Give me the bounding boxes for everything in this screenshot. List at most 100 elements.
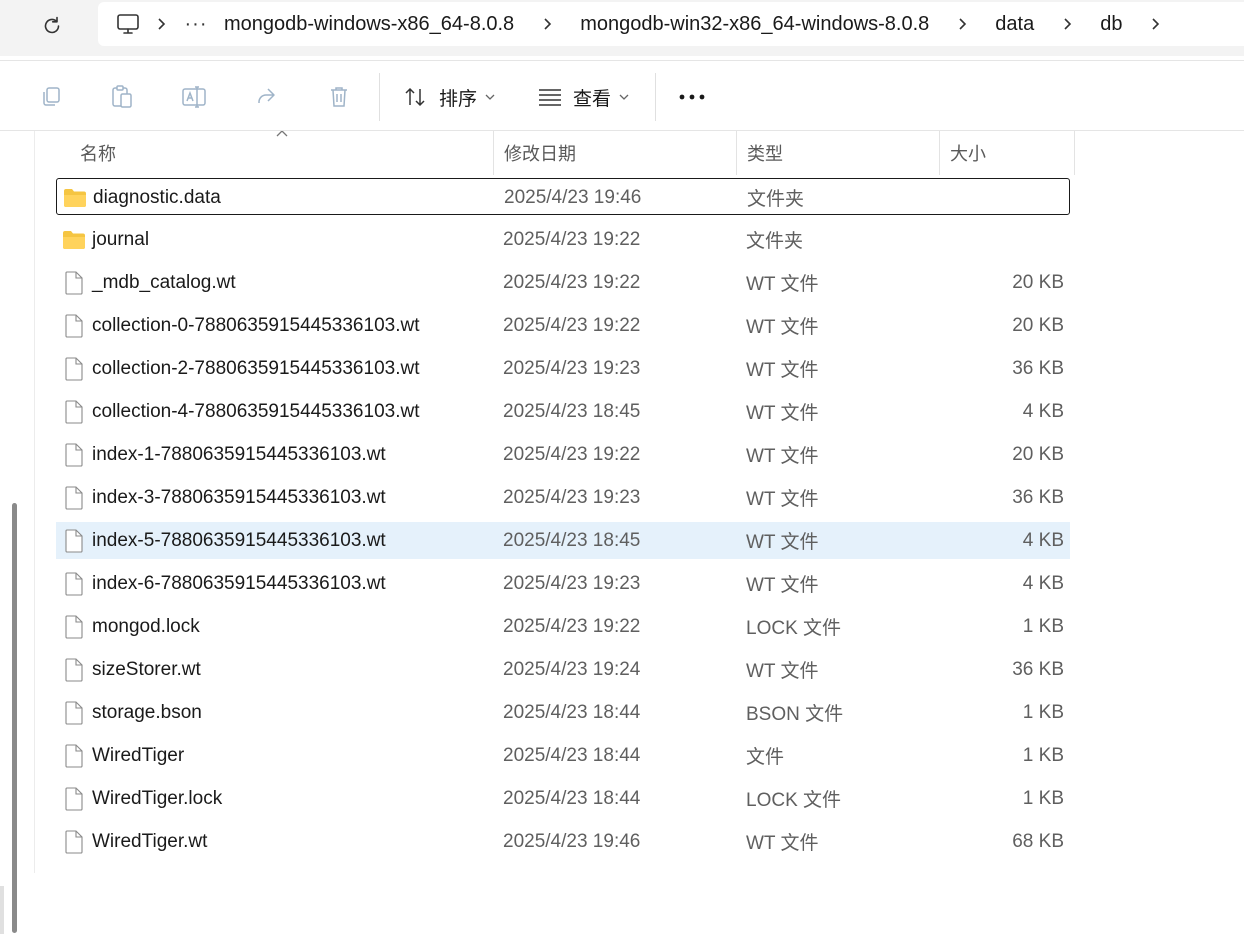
- file-size: 1 KB: [1022, 701, 1064, 723]
- file-modified: 2025/4/23 19:22: [503, 228, 641, 250]
- file-name: mongod.lock: [92, 615, 200, 637]
- file-name-cell: _mdb_catalog.wt: [62, 264, 236, 301]
- file-modified: 2025/4/23 19:23: [503, 572, 641, 594]
- file-name-cell: index-3-7880635915445336103.wt: [62, 479, 386, 516]
- refresh-button[interactable]: [26, 6, 78, 46]
- file-row[interactable]: _mdb_catalog.wt 2025/4/23 19:22 WT 文件 20 KB: [56, 264, 1070, 301]
- delete-button[interactable]: [318, 77, 360, 117]
- copy-button[interactable]: [30, 77, 72, 117]
- this-pc-icon[interactable]: [108, 2, 148, 46]
- file-type: WT 文件: [746, 575, 819, 596]
- view-dropdown[interactable]: 查看: [537, 77, 629, 117]
- rename-button[interactable]: [173, 77, 215, 117]
- nav-scrollbar-thumb[interactable]: [12, 503, 17, 933]
- file-icon: [62, 528, 86, 553]
- file-row[interactable]: index-6-7880635915445336103.wt 2025/4/23 …: [56, 565, 1070, 602]
- file-name-cell: diagnostic.data: [63, 179, 221, 216]
- file-name: diagnostic.data: [93, 186, 221, 208]
- file-name: WiredTiger.wt: [92, 830, 208, 852]
- sort-dropdown[interactable]: 排序: [403, 77, 495, 117]
- file-row[interactable]: index-5-7880635915445336103.wt 2025/4/23 …: [56, 522, 1070, 559]
- file-row[interactable]: journal 2025/4/23 19:22 文件夹: [56, 221, 1070, 258]
- file-name: index-1-7880635915445336103.wt: [92, 443, 386, 465]
- rename-icon: [182, 86, 206, 108]
- more-options-button[interactable]: [670, 77, 714, 117]
- file-name: journal: [92, 228, 150, 250]
- column-header-type[interactable]: 类型: [737, 131, 939, 175]
- file-row[interactable]: WiredTiger.wt 2025/4/23 19:46 WT 文件 68 KB: [56, 823, 1070, 860]
- file-icon: [62, 485, 86, 510]
- trash-icon: [331, 87, 347, 107]
- chevron-right-icon[interactable]: [534, 17, 560, 31]
- file-modified: 2025/4/23 19:46: [503, 830, 641, 852]
- file-name: collection-0-7880635915445336103.wt: [92, 314, 420, 336]
- file-icon: [62, 270, 86, 295]
- paste-button[interactable]: [101, 77, 143, 117]
- column-header-size[interactable]: 大小: [940, 131, 1074, 175]
- address-box[interactable]: ··· mongodb-windows-x86_64-8.0.8 mongodb…: [98, 2, 1244, 46]
- file-row[interactable]: collection-0-7880635915445336103.wt 2025/…: [56, 307, 1070, 344]
- file-name-cell: mongod.lock: [62, 608, 200, 645]
- file-icon: [62, 743, 86, 768]
- navigation-pane[interactable]: [0, 131, 35, 934]
- file-name: index-6-7880635915445336103.wt: [92, 572, 386, 594]
- file-icon: [62, 700, 86, 725]
- share-button[interactable]: [245, 77, 287, 117]
- column-header-modified[interactable]: 修改日期: [494, 131, 736, 175]
- file-size: 68 KB: [1012, 830, 1064, 852]
- file-list-view[interactable]: 名称 修改日期 类型 大小 diagnostic.data 2025/4/23 1…: [35, 131, 1244, 873]
- file-size: 20 KB: [1012, 271, 1064, 293]
- file-row[interactable]: diagnostic.data 2025/4/23 19:46 文件夹: [56, 178, 1070, 215]
- file-name: _mdb_catalog.wt: [92, 271, 236, 293]
- chevron-right-icon[interactable]: [1142, 17, 1168, 31]
- sort-icon: [405, 87, 425, 107]
- chevron-right-icon[interactable]: [949, 17, 975, 31]
- file-type: WT 文件: [746, 489, 819, 510]
- breadcrumb-overflow-button[interactable]: ···: [174, 13, 218, 36]
- file-row[interactable]: collection-2-7880635915445336103.wt 2025/…: [56, 350, 1070, 387]
- file-row[interactable]: index-1-7880635915445336103.wt 2025/4/23 …: [56, 436, 1070, 473]
- file-name-cell: WiredTiger: [62, 737, 184, 774]
- file-name: index-3-7880635915445336103.wt: [92, 486, 386, 508]
- view-icon: [539, 89, 561, 106]
- file-icon: [62, 442, 86, 467]
- file-type: WT 文件: [746, 403, 819, 424]
- file-row[interactable]: WiredTiger.lock 2025/4/23 18:44 LOCK 文件 1 K…: [56, 780, 1070, 817]
- file-icon: [62, 313, 86, 338]
- column-header-name[interactable]: 名称: [70, 131, 494, 175]
- file-row[interactable]: sizeStorer.wt 2025/4/23 19:24 WT 文件 36 KB: [56, 651, 1070, 688]
- file-row[interactable]: storage.bson 2025/4/23 18:44 BSON 文件 1 KB: [56, 694, 1070, 731]
- breadcrumb-item-2[interactable]: data: [989, 13, 1040, 36]
- file-icon: [62, 786, 86, 811]
- file-row[interactable]: index-3-7880635915445336103.wt 2025/4/23 …: [56, 479, 1070, 516]
- file-row[interactable]: mongod.lock 2025/4/23 19:22 LOCK 文件 1 KB: [56, 608, 1070, 645]
- column-divider[interactable]: [1074, 131, 1075, 175]
- chevron-down-icon: [619, 93, 629, 101]
- file-type: BSON 文件: [746, 704, 844, 725]
- file-name: sizeStorer.wt: [92, 658, 201, 680]
- file-size: 1 KB: [1022, 615, 1064, 637]
- file-icon: [62, 399, 86, 424]
- file-modified: 2025/4/23 19:22: [503, 314, 641, 336]
- file-type: WT 文件: [746, 532, 819, 553]
- address-bar-area: ··· mongodb-windows-x86_64-8.0.8 mongodb…: [0, 0, 1244, 56]
- file-size: 1 KB: [1022, 744, 1064, 766]
- file-icon: [62, 356, 86, 381]
- file-row[interactable]: collection-4-7880635915445336103.wt 2025/…: [56, 393, 1070, 430]
- chevron-right-icon[interactable]: [1054, 17, 1080, 31]
- breadcrumb-item-1[interactable]: mongodb-win32-x86_64-windows-8.0.8: [574, 13, 935, 36]
- ellipsis-icon: [679, 94, 705, 100]
- file-modified: 2025/4/23 19:22: [503, 615, 641, 637]
- file-name: WiredTiger: [92, 744, 185, 766]
- chevron-down-icon: [485, 93, 495, 101]
- file-size: 4 KB: [1022, 529, 1064, 551]
- breadcrumb-item-0[interactable]: mongodb-windows-x86_64-8.0.8: [218, 13, 520, 36]
- chevron-right-icon[interactable]: [148, 17, 174, 31]
- file-row[interactable]: WiredTiger 2025/4/23 18:44 文件 1 KB: [56, 737, 1070, 774]
- copy-icon: [43, 87, 60, 106]
- breadcrumb-item-3[interactable]: db: [1094, 13, 1128, 36]
- file-type: LOCK 文件: [746, 790, 842, 811]
- file-modified: 2025/4/23 18:44: [503, 787, 641, 809]
- toolbar-separator: [655, 73, 656, 121]
- file-type: WT 文件: [746, 446, 819, 467]
